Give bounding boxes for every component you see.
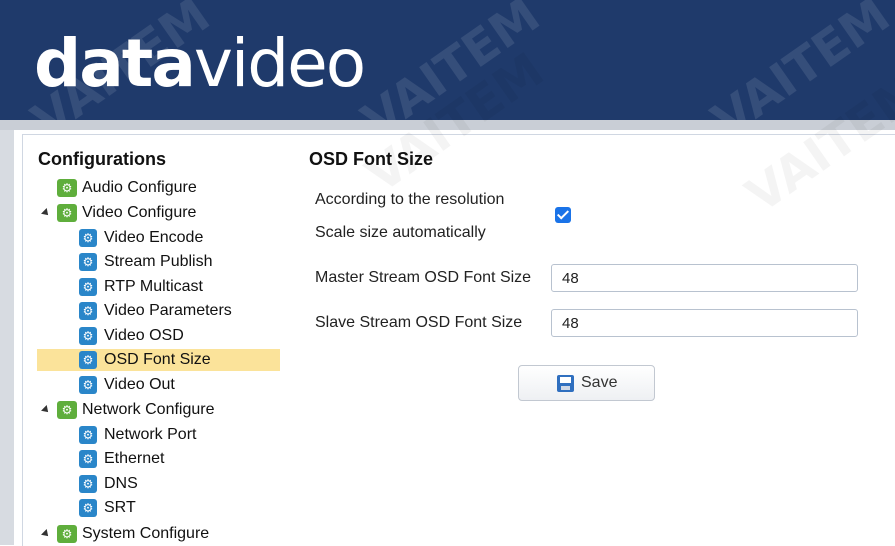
gear-blue-icon: ⚙ bbox=[79, 450, 97, 468]
auto-scale-label-line1: According to the resolution bbox=[315, 191, 505, 208]
gear-blue-icon: ⚙ bbox=[79, 327, 97, 345]
gear-green-icon: ⚙ bbox=[57, 204, 77, 222]
gear-green-icon: ⚙ bbox=[57, 179, 77, 197]
tree-item-label: Video Out bbox=[104, 376, 175, 393]
triangle-expanded-icon[interactable] bbox=[41, 529, 51, 539]
tree-item-label: Video Parameters bbox=[104, 302, 232, 319]
sidebar-title: Configurations bbox=[38, 149, 166, 169]
page-title: OSD Font Size bbox=[309, 149, 434, 169]
gear-blue-icon: ⚙ bbox=[79, 278, 97, 296]
gear-blue-icon: ⚙ bbox=[79, 426, 97, 444]
slave-font-size-label: Slave Stream OSD Font Size bbox=[315, 314, 523, 331]
tree-item-label: Network Configure bbox=[82, 401, 215, 418]
slave-font-size-input[interactable] bbox=[551, 309, 858, 337]
gear-green-icon: ⚙ bbox=[57, 525, 77, 543]
triangle-expanded-icon[interactable] bbox=[41, 405, 51, 415]
master-font-size-label: Master Stream OSD Font Size bbox=[315, 269, 532, 286]
tree-item-label: Video Configure bbox=[82, 204, 197, 221]
logo-bold-text: data bbox=[34, 25, 196, 102]
tree-item-label: Audio Configure bbox=[82, 179, 197, 196]
save-button-label: Save bbox=[581, 374, 618, 391]
auto-scale-label-line2: Scale size automatically bbox=[315, 224, 486, 241]
gear-green-icon: ⚙ bbox=[57, 401, 77, 419]
gear-blue-icon: ⚙ bbox=[79, 229, 97, 247]
tree-item-label: Ethernet bbox=[104, 450, 165, 467]
tree-item-label: Stream Publish bbox=[104, 253, 213, 270]
page-left-edge bbox=[0, 130, 14, 545]
logo-thin-text: video bbox=[193, 25, 366, 102]
gear-blue-icon: ⚙ bbox=[79, 302, 97, 320]
configuration-sidebar: Configurations ⚙ Audio Configure ⚙ Video… bbox=[22, 134, 295, 546]
gear-blue-icon: ⚙ bbox=[79, 475, 97, 493]
tree-item-label: System Configure bbox=[82, 525, 210, 542]
gear-blue-icon: ⚙ bbox=[79, 499, 97, 517]
tree-item-label: Network Port bbox=[104, 426, 197, 443]
gear-blue-icon: ⚙ bbox=[79, 253, 97, 271]
datavideo-logo: datavideo bbox=[34, 24, 366, 104]
tree-item-osd-font-size[interactable]: ⚙ OSD Font Size bbox=[37, 349, 280, 371]
gear-blue-icon: ⚙ bbox=[79, 351, 97, 369]
tree-item-label: DNS bbox=[104, 475, 138, 492]
osd-font-size-panel: VAITEM VAITEM OSD Font Size According to… bbox=[294, 42, 895, 546]
tree-item-label: SRT bbox=[104, 499, 136, 516]
auto-scale-checkbox[interactable] bbox=[555, 207, 571, 223]
triangle-expanded-icon[interactable] bbox=[41, 208, 51, 218]
header-divider bbox=[0, 120, 895, 130]
tree-item-label: Video Encode bbox=[104, 229, 204, 246]
master-font-size-input[interactable] bbox=[551, 264, 858, 292]
floppy-disk-icon bbox=[557, 375, 574, 392]
gear-blue-icon: ⚙ bbox=[79, 376, 97, 394]
save-button[interactable]: Save bbox=[518, 365, 655, 401]
tree-item-label: Video OSD bbox=[104, 327, 184, 344]
tree-item-label: RTP Multicast bbox=[104, 278, 203, 295]
tree-item-label: OSD Font Size bbox=[104, 351, 211, 368]
app-header: datavideo VAITEM VAITEM VAITEM bbox=[0, 0, 895, 149]
